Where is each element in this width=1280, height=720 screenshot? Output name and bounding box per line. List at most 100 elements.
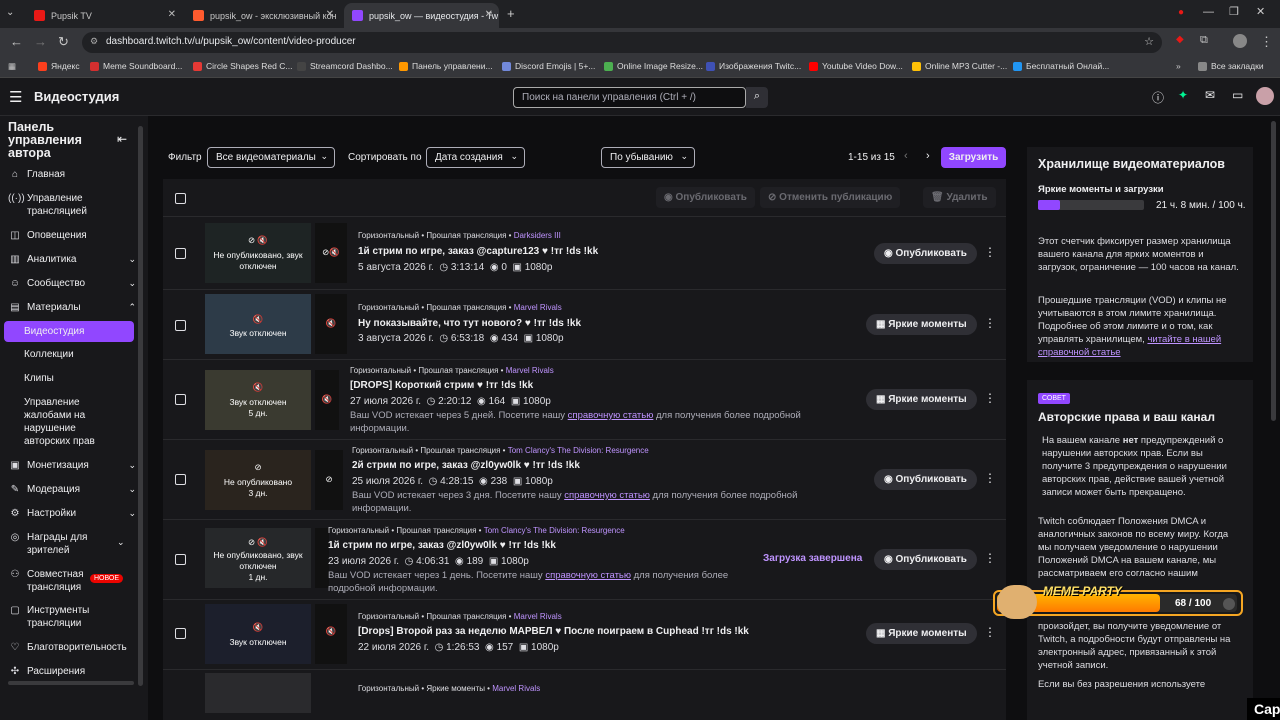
sidebar-subitem-videostudio[interactable]: Видеостудия: [24, 325, 84, 338]
bulk-publish-button[interactable]: ◉ Опубликовать: [656, 187, 755, 208]
video-game-link[interactable]: Tom Clancy's The Division: Resurgence: [508, 446, 649, 455]
row-checkbox[interactable]: [175, 320, 186, 331]
video-thumbnail[interactable]: ⊘ 🔇 Не опубликовано, звук отключен 1 дн.: [205, 528, 311, 588]
search-icon[interactable]: ⌕: [746, 87, 768, 108]
sidebar-item-moderation[interactable]: ✎ Модерация ⌄: [8, 483, 136, 496]
bookmark-yandex[interactable]: Яндекс: [38, 61, 80, 71]
main-scrollbar[interactable]: [1271, 121, 1276, 421]
sidebar-scrollbar[interactable]: [138, 126, 143, 686]
bookmark-meme-soundboard[interactable]: Meme Soundboard...: [90, 61, 182, 71]
reload-icon[interactable]: ↻: [58, 34, 69, 50]
video-title[interactable]: [Drops] Второй раз за неделю МАРВЕЛ ♥ По…: [358, 626, 749, 637]
highlights-button[interactable]: ▦ Яркие моменты: [866, 314, 977, 335]
sidebar-item-extensions[interactable]: ✣ Расширения: [8, 665, 136, 678]
table-row[interactable]: 🔇 Звук отключен 🔇 Горизонтальный • Прошл…: [163, 289, 1006, 359]
sidebar-item-content[interactable]: ▤ Материалы ⌃: [8, 301, 136, 314]
table-row[interactable]: ⊘ Не опубликовано 3 дн. ⊘ Горизонтальный…: [163, 439, 1006, 519]
bookmark-streamcord[interactable]: Streamcord Dashbo...: [297, 61, 393, 71]
all-bookmarks[interactable]: Все закладки: [1198, 61, 1264, 71]
new-tab-icon[interactable]: +: [507, 6, 515, 21]
sidebar-subitem-collections[interactable]: Коллекции: [24, 348, 74, 361]
upload-button[interactable]: Загрузить: [941, 147, 1006, 168]
row-checkbox[interactable]: [175, 394, 186, 405]
hamburger-menu-icon[interactable]: ☰: [9, 88, 22, 106]
publish-button[interactable]: ◉ Опубликовать: [874, 469, 977, 490]
row-checkbox[interactable]: [175, 474, 186, 485]
video-title[interactable]: 1й стрим по игре, заказ @zl0yw0lk ♥ !тг …: [328, 540, 556, 551]
video-thumbnail[interactable]: ⊘ Не опубликовано 3 дн.: [205, 450, 311, 510]
video-game-link[interactable]: Marvel Rivals: [506, 366, 554, 375]
help-article-link[interactable]: справочную статью: [545, 570, 631, 581]
video-game-link[interactable]: Tom Clancy's The Division: Resurgence: [484, 526, 625, 535]
dashboard-search-input[interactable]: Поиск на панели управления (Ctrl + /): [513, 87, 746, 108]
sidebar-item-tools[interactable]: ▢ Инструменты трансляции: [8, 604, 136, 630]
bookmark-twitch-images[interactable]: Изображения Twitc...: [706, 61, 801, 71]
more-options-icon[interactable]: ⋮: [984, 316, 996, 330]
table-row[interactable]: 🔇 Звук отключен 5 дн. 🔇 Горизонтальный •…: [163, 359, 1006, 439]
apps-grid-icon[interactable]: ▦: [8, 61, 16, 72]
close-window-icon[interactable]: ✕: [1256, 5, 1265, 18]
sidebar-item-alerts[interactable]: ◫ Оповещения: [8, 229, 136, 242]
bookmark-free-online[interactable]: Бесплатный Онлай...: [1013, 61, 1109, 71]
more-options-icon[interactable]: ⋮: [984, 471, 996, 485]
browser-menu-icon[interactable]: ⋮: [1260, 34, 1273, 50]
filter-dropdown[interactable]: Все видеоматериалы ⌄: [207, 147, 335, 168]
tab-list-icon[interactable]: ⌄: [6, 7, 14, 18]
browser-tab-exclusive[interactable]: pupsik_ow - эксклюзивный кон ✕: [185, 3, 340, 28]
profile-badge-icon[interactable]: ●: [1178, 7, 1184, 18]
help-article-link[interactable]: справочную статью: [564, 490, 650, 501]
video-title[interactable]: 2й стрим по игре, заказ @zl0yw0lk ♥ !тг …: [352, 460, 580, 471]
close-tab-icon[interactable]: ✕: [168, 9, 176, 20]
more-options-icon[interactable]: ⋮: [984, 625, 996, 639]
video-title[interactable]: 1й стрим по игре, заказ @capture123 ♥ !т…: [358, 246, 598, 257]
sidebar-item-home[interactable]: ⌂ Главная: [8, 168, 136, 181]
video-title[interactable]: [DROPS] Короткий стрим ♥ !тг !ds !kk: [350, 380, 533, 391]
browser-tab-videostudio[interactable]: pupsik_ow — видеостудия - Tw ✕: [344, 3, 499, 28]
more-options-icon[interactable]: ⋮: [984, 391, 996, 405]
help-icon[interactable]: ⓘ: [1152, 89, 1164, 106]
user-avatar[interactable]: [1256, 87, 1274, 105]
highlights-button[interactable]: ▦ Яркие моменты: [866, 389, 977, 410]
next-page-icon[interactable]: ›: [926, 150, 930, 162]
collapse-sidebar-icon[interactable]: ⇤: [117, 132, 127, 146]
sidebar-subitem-copyright[interactable]: Управление жалобами на нарушение авторск…: [24, 396, 116, 448]
video-thumbnail[interactable]: ⊘ 🔇 Не опубликовано, звук отключен: [205, 223, 311, 283]
video-game-link[interactable]: Darksiders III: [514, 231, 561, 240]
row-checkbox[interactable]: [175, 248, 186, 259]
video-game-link[interactable]: Marvel Rivals: [492, 684, 540, 693]
minimize-icon[interactable]: —: [1203, 6, 1214, 18]
bulk-unpublish-button[interactable]: ⊘ Отменить публикацию: [760, 187, 901, 208]
maximize-icon[interactable]: ❐: [1229, 5, 1239, 18]
more-options-icon[interactable]: ⋮: [984, 245, 996, 259]
extensions-puzzle-icon[interactable]: ⧉: [1200, 34, 1208, 47]
highlights-button[interactable]: ▦ Яркие моменты: [866, 623, 977, 644]
extension-icon[interactable]: ◆: [1176, 34, 1184, 45]
table-row[interactable]: 🔇 Звук отключен 🔇 Горизонтальный • Прошл…: [163, 599, 1006, 669]
order-dropdown[interactable]: По убыванию ⌄: [601, 147, 695, 168]
video-game-link[interactable]: Marvel Rivals: [514, 612, 562, 621]
select-all-checkbox[interactable]: [175, 193, 186, 204]
sidebar-item-charity[interactable]: ♡ Благотворительность: [8, 641, 136, 654]
sidebar-item-community[interactable]: ☺ Сообщество ⌄: [8, 277, 136, 290]
publish-button[interactable]: ◉ Опубликовать: [874, 243, 977, 264]
row-checkbox[interactable]: [175, 554, 186, 565]
profile-avatar[interactable]: [1233, 34, 1247, 48]
video-title[interactable]: Ну показывайте, что тут нового? ♥ !тг !d…: [358, 318, 581, 329]
sidebar-subitem-clips[interactable]: Клипы: [24, 372, 54, 385]
bookmark-mp3-cutter[interactable]: Online MP3 Cutter -...: [912, 61, 1007, 71]
prev-page-icon[interactable]: ‹: [904, 150, 908, 162]
close-tab-icon[interactable]: ✕: [485, 9, 493, 20]
sidebar-horizontal-scrollbar[interactable]: [8, 681, 134, 685]
video-thumbnail[interactable]: 🔇 Звук отключен: [205, 294, 311, 354]
row-checkbox[interactable]: [175, 628, 186, 639]
bookmark-star-icon[interactable]: ☆: [1144, 35, 1154, 48]
mail-icon[interactable]: ✉: [1205, 88, 1215, 102]
address-bar[interactable]: ⚙ dashboard.twitch.tv/u/pupsik_ow/conten…: [82, 32, 1162, 53]
sidebar-item-analytics[interactable]: ▥ Аналитика ⌄: [8, 253, 136, 266]
site-info-icon[interactable]: ⚙: [90, 36, 98, 47]
close-tab-icon[interactable]: ✕: [326, 9, 334, 20]
video-thumbnail[interactable]: 🔇 Звук отключен: [205, 604, 311, 664]
chat-icon[interactable]: ▭: [1232, 88, 1243, 102]
bookmark-image-resize[interactable]: Online Image Resize...: [604, 61, 703, 71]
sidebar-item-rewards[interactable]: ◎ Награды для зрителей: [8, 531, 88, 557]
